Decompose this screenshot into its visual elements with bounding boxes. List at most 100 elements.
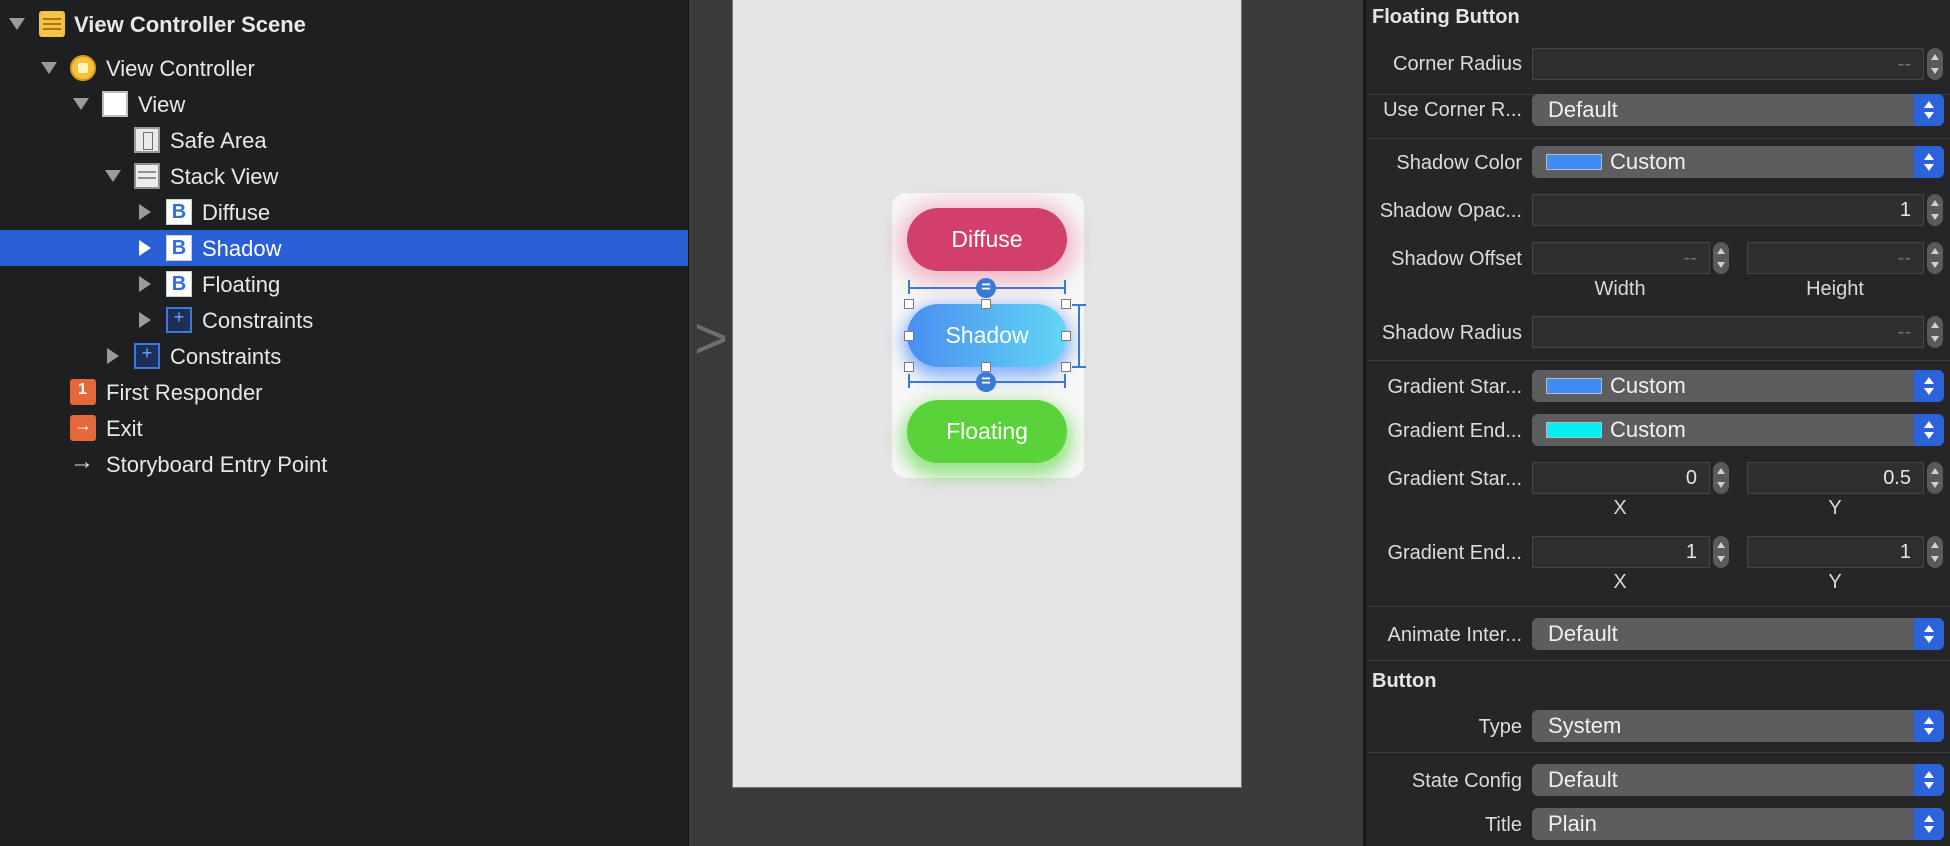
outline-label: Exit — [106, 416, 143, 441]
outline-row-floating[interactable]: B Floating — [0, 266, 688, 302]
shadow-radius-field[interactable]: -- — [1532, 316, 1924, 348]
outline-label: Storyboard Entry Point — [106, 452, 328, 477]
divider — [1368, 606, 1950, 607]
outline-row-entry-point[interactable]: → Storyboard Entry Point — [0, 446, 688, 482]
corner-radius-field[interactable]: -- — [1532, 48, 1924, 80]
type-select[interactable]: System — [1532, 710, 1944, 742]
color-swatch — [1546, 154, 1602, 170]
diffuse-button[interactable]: Diffuse — [907, 208, 1067, 271]
gradient-end-x-stepper[interactable] — [1713, 536, 1729, 568]
outline-row-shadow[interactable]: B Shadow — [0, 230, 688, 266]
floating-button[interactable]: Floating — [907, 400, 1067, 463]
section-title-floating-button: Floating Button — [1372, 6, 1520, 28]
use-corner-radius-label: Use Corner R... — [1383, 99, 1522, 121]
divider — [1368, 660, 1950, 661]
gradient-end-color-label: Gradient End... — [1387, 420, 1522, 442]
gradient-start-y-field[interactable]: 0.5 — [1747, 462, 1924, 494]
outline-row-view[interactable]: View — [0, 86, 688, 122]
outline-label: Constraints — [170, 344, 282, 369]
disclosure-down-icon[interactable] — [105, 170, 121, 182]
entry-arrow-icon: → — [70, 448, 94, 475]
shadow-button[interactable]: Shadow — [907, 304, 1067, 367]
gradient-end-x-field[interactable]: 1 — [1532, 536, 1710, 568]
outline-row-diffuse[interactable]: B Diffuse — [0, 194, 688, 230]
shadow-color-label: Shadow Color — [1396, 152, 1522, 174]
stack-view-icon — [134, 163, 160, 189]
type-label: Type — [1478, 716, 1522, 738]
outline-row-scene[interactable]: View Controller Scene — [0, 6, 688, 42]
disclosure-right-icon[interactable] — [139, 240, 151, 256]
resize-handle[interactable] — [1061, 331, 1071, 341]
outline-row-view-constraints[interactable]: Constraints — [0, 338, 688, 374]
button-icon: B — [166, 271, 192, 297]
gradient-end-y-stepper[interactable] — [1927, 536, 1943, 568]
height-caption: Height — [1806, 278, 1864, 300]
state-config-label: State Config — [1411, 770, 1522, 792]
outline-row-stack-constraints[interactable]: Constraints — [0, 302, 688, 338]
disclosure-down-icon[interactable] — [73, 98, 89, 110]
resize-handle[interactable] — [904, 362, 914, 372]
disclosure-right-icon[interactable] — [107, 348, 119, 364]
outline-label: Shadow — [202, 236, 282, 261]
shadow-offset-height-field[interactable]: -- — [1747, 242, 1924, 274]
title-select[interactable]: Plain — [1532, 808, 1944, 840]
gradient-start-x-stepper[interactable] — [1713, 462, 1729, 494]
selection-guide-right-bottom — [1072, 366, 1086, 368]
outline-row-first-responder[interactable]: First Responder — [0, 374, 688, 410]
resize-handle[interactable] — [1061, 299, 1071, 309]
shadow-opacity-stepper[interactable] — [1927, 194, 1943, 226]
selection-guide-bottom-left — [908, 374, 910, 388]
outline-row-stack-view[interactable]: Stack View — [0, 158, 688, 194]
document-outline: View Controller Scene View Controller Vi… — [0, 0, 689, 846]
gradient-start-y-stepper[interactable] — [1927, 462, 1943, 494]
gradient-start-x-field[interactable]: 0 — [1532, 462, 1710, 494]
chevron-updown-icon — [1914, 764, 1944, 796]
equal-spacing-icon[interactable]: = — [976, 278, 996, 298]
gradient-start-color-label: Gradient Star... — [1387, 376, 1522, 398]
outline-row-safe-area[interactable]: Safe Area — [0, 122, 688, 158]
shadow-offset-width-stepper[interactable] — [1713, 242, 1729, 274]
outline-row-exit[interactable]: Exit — [0, 410, 688, 446]
shadow-offset-width-field[interactable]: -- — [1532, 242, 1710, 274]
disclosure-right-icon[interactable] — [139, 312, 151, 328]
disclosure-down-icon[interactable] — [9, 18, 25, 30]
selection-guide-bottom-right — [1064, 374, 1066, 388]
resize-handle[interactable] — [904, 331, 914, 341]
gradient-start-point-label: Gradient Star... — [1387, 468, 1522, 490]
view-icon — [102, 91, 128, 117]
selection-guide-top-right — [1064, 280, 1066, 294]
divider — [1368, 360, 1950, 361]
resize-handle[interactable] — [1061, 362, 1071, 372]
outline-label: View — [138, 92, 186, 117]
gradient-start-color-select[interactable]: Custom — [1532, 370, 1944, 402]
gradient-end-y-field[interactable]: 1 — [1747, 536, 1924, 568]
corner-radius-stepper[interactable] — [1927, 48, 1943, 80]
equal-spacing-icon[interactable]: = — [976, 372, 996, 392]
disclosure-right-icon[interactable] — [139, 204, 151, 220]
shadow-offset-height-stepper[interactable] — [1927, 242, 1943, 274]
use-corner-radius-select[interactable]: Default — [1532, 94, 1944, 126]
gradient-end-color-select[interactable]: Custom — [1532, 414, 1944, 446]
animate-interaction-label: Animate Inter... — [1387, 624, 1522, 646]
disclosure-down-icon[interactable] — [41, 62, 57, 74]
entry-point-arrow-icon[interactable]: > — [694, 310, 728, 368]
outline-label: View Controller Scene — [74, 12, 306, 37]
resize-handle[interactable] — [981, 362, 991, 372]
selection-guide-right — [1078, 304, 1080, 368]
shadow-radius-stepper[interactable] — [1927, 316, 1943, 348]
outline-label: View Controller — [106, 56, 255, 81]
title-label: Title — [1484, 814, 1522, 836]
disclosure-right-icon[interactable] — [139, 276, 151, 292]
shadow-color-select[interactable]: Custom — [1532, 146, 1944, 178]
shadow-opacity-label: Shadow Opac... — [1379, 200, 1522, 222]
outline-row-view-controller[interactable]: View Controller — [0, 50, 688, 86]
shadow-opacity-field[interactable]: 1 — [1532, 194, 1924, 226]
shadow-offset-label: Shadow Offset — [1391, 248, 1522, 270]
constraints-icon — [134, 343, 160, 369]
resize-handle[interactable] — [981, 299, 991, 309]
button-icon: B — [166, 199, 192, 225]
state-config-select[interactable]: Default — [1532, 764, 1944, 796]
outline-label: Constraints — [202, 308, 314, 333]
resize-handle[interactable] — [904, 299, 914, 309]
animate-interaction-select[interactable]: Default — [1532, 618, 1944, 650]
